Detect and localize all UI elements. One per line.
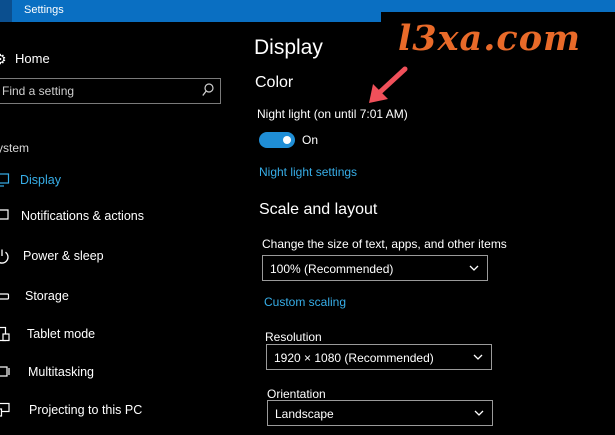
scale-layout-heading: Scale and layout [259,201,378,218]
projecting-icon [0,402,10,417]
gear-icon: ⚙ [0,51,7,67]
night-light-settings-link[interactable]: Night light settings [259,165,357,179]
orientation-label: Orientation [267,387,326,401]
monitor-icon [0,173,10,187]
storage-icon [0,293,10,300]
custom-scaling-link[interactable]: Custom scaling [264,295,346,309]
notifications-icon [0,209,9,220]
sidebar-item-label: Notifications & actions [21,209,144,223]
annotation-arrow-icon [369,66,408,103]
page-title: Display [254,36,323,59]
watermark-logo: l3xa.com [381,12,615,74]
color-heading: Color [255,74,294,91]
sidebar-item-label: Multitasking [28,365,94,379]
scale-label: Change the size of text, apps, and other… [262,237,507,251]
resolution-dropdown[interactable]: 1920 × 1080 (Recommended) [266,344,492,370]
toggle-knob [283,136,291,144]
power-icon [0,249,9,264]
tablet-mode-icon [0,326,10,342]
multitasking-icon [0,366,10,377]
orientation-dropdown-value: Landscape [275,407,334,421]
scale-dropdown-value: 100% (Recommended) [270,262,394,276]
night-light-toggle[interactable] [259,132,295,148]
resolution-label: Resolution [265,330,322,344]
title-bar-accent [0,0,12,22]
main-content: Display Color Night light (on until 7:01… [240,22,615,435]
sidebar-item-label: Projecting to this PC [29,403,143,417]
chevron-down-icon [469,265,479,271]
section-label-system: ystem [0,141,30,155]
window-title: Settings [24,4,64,16]
night-light-label: Night light (on until 7:01 AM) [257,107,408,121]
watermark-text: l3xa.com [398,18,582,59]
night-light-state: On [302,133,319,147]
scale-dropdown[interactable]: 100% (Recommended) [262,255,488,281]
search-icon[interactable] [202,83,214,97]
sidebar: ⚙ Home ystem Display Notifications & act… [0,22,235,435]
sidebar-item-label: Display [20,173,61,187]
resolution-dropdown-value: 1920 × 1080 (Recommended) [274,351,434,365]
chevron-down-icon [473,354,483,360]
chevron-down-icon [474,410,484,416]
search-box[interactable] [0,78,221,104]
sidebar-item-label: Storage [25,289,69,303]
sidebar-item-label: Power & sleep [23,249,104,263]
search-input[interactable] [2,83,192,99]
sidebar-home-label: Home [15,51,50,66]
sidebar-item-label: Tablet mode [27,327,96,341]
orientation-dropdown[interactable]: Landscape [267,400,493,426]
